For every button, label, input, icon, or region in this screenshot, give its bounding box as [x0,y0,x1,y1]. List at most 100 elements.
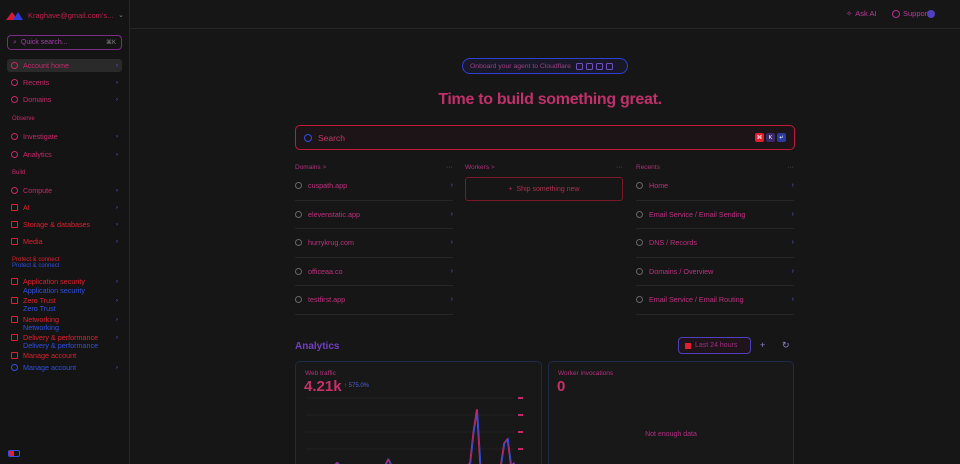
chevron-right-icon: › [450,239,453,247]
section-protect-sub: Protect & connect [12,263,60,269]
section-build: Build [12,170,26,176]
cloudflare-logo-icon [6,10,24,20]
key-icon: ↵ [777,133,786,142]
list-item[interactable]: cuspath.app › [295,172,453,201]
chevron-right-icon: › [115,79,118,86]
list-item-label: officeaa.co [308,266,343,276]
sidebar-item-analytics[interactable]: Analytics › [7,148,122,161]
clock-icon [636,210,643,218]
date-range-select[interactable]: Last 24 hours [678,337,751,354]
sidebar: Kraghave@gmail.com's... ⌄ ⌕ Quick search… [0,0,130,464]
workers-header[interactable]: Workers > ··· [465,162,623,172]
chevron-right-icon: › [115,62,118,69]
sidebar-item-label: Analytics [23,150,52,159]
recents-header: Recents ··· [636,162,794,172]
chevron-right-icon: › [791,182,794,190]
search-icon: ⌕ [13,38,17,46]
more-icon[interactable]: ··· [616,164,623,171]
sidebar-item-investigate[interactable]: Investigate › [7,130,122,143]
chevron-down-icon: ⌄ [118,12,124,19]
globe-icon [11,96,18,103]
empty-state: Not enough data [645,431,697,438]
database-icon [11,221,18,228]
clock-icon [11,79,18,86]
more-icon[interactable]: ··· [446,164,453,171]
recents-column: Recents ··· Home › Email Service / Email Se… [636,162,794,315]
agent-tool-icon [605,62,613,70]
chevron-right-icon: › [450,182,453,190]
ask-ai-button[interactable]: ✧ Ask AI [846,9,877,18]
y-tick-mark [518,448,523,450]
chevron-right-icon: › [450,296,453,304]
sidebar-item-domains[interactable]: Domains › [7,93,122,106]
more-icon[interactable]: ··· [787,164,794,171]
sidebar-item-account-home[interactable]: Account home › [7,59,122,72]
web-traffic-chart [306,397,523,464]
agent-tool-icon [585,62,593,70]
key-icon: K [766,133,775,142]
sidebar-item-ai[interactable]: AI › [7,201,122,214]
avatar[interactable] [927,10,935,18]
settings-icon [11,352,18,359]
series-line [335,409,516,464]
support-button[interactable]: Support [892,9,929,18]
globe-icon [295,239,302,247]
clock-icon [636,296,643,304]
list-item[interactable]: officeaa.co › [295,258,453,286]
add-widget-button[interactable]: + [760,340,765,350]
topbar: ✧ Ask AI Support [130,0,960,29]
domain-list: cuspath.app › elevenstatic.app › hurrykrug.c… [295,172,453,315]
ask-ai-label: Ask AI [855,9,877,18]
gear-icon [11,364,18,371]
chevron-right-icon: › [791,239,794,247]
chevron-right-icon: › [450,210,453,218]
chevron-right-icon: › [115,238,118,245]
calendar-icon [685,342,691,349]
sidebar-item-label: Storage & databases [23,220,91,229]
recents-header-label: Recents [636,163,660,171]
sidebar-item-label: Recents [23,78,50,87]
list-item[interactable]: elevenstatic.app › [295,201,453,229]
ship-label: Ship something new [516,185,580,193]
plus-icon: + [508,185,513,193]
account-name: Kraghave@gmail.com's... [28,10,114,20]
globe-icon [295,210,302,218]
agent-onboard-banner[interactable]: Onboard your agent to Cloudflare [462,58,628,74]
globe-icon [295,296,302,304]
section-observe: Observe [12,116,35,122]
list-item[interactable]: testfirst.app › [295,286,453,315]
list-item[interactable]: Domains / Overview › [636,258,794,286]
list-item[interactable]: Email Service / Email Routing › [636,286,794,315]
search-icon [304,133,312,142]
sidebar-item-label: Compute [23,186,53,195]
main-search-input[interactable]: Search ⌘ K ↵ [295,125,795,150]
sidebar-item-compute[interactable]: Compute › [7,184,122,197]
quick-search-input[interactable]: ⌕ Quick search... ⌘K [7,35,122,50]
sidebar-item-recents[interactable]: Recents › [7,76,122,89]
ship-something-new-button[interactable]: + Ship something new [465,177,623,201]
list-item-label: Email Service / Email Routing [649,295,744,305]
list-item[interactable]: DNS / Records › [636,229,794,258]
y-tick-mark [518,431,523,433]
list-item[interactable]: Email Service / Email Sending › [636,201,794,229]
list-item-label: testfirst.app [308,295,346,305]
list-item[interactable]: hurrykrug.com › [295,229,453,258]
account-switcher[interactable]: Kraghave@gmail.com's... ⌄ [6,8,124,22]
sidebar-item-storage[interactable]: Storage & databases › [7,218,122,231]
collapse-sidebar-toggle[interactable] [8,450,20,457]
domains-header[interactable]: Domains > ··· [295,162,453,172]
nav-build: Compute › AI › Storage & databases › Media › [7,184,122,248]
card-value: 0 [557,378,566,395]
nav-protect: Application security › Application securi… [7,275,122,362]
nav-top: Account home › Recents › Domains › [7,59,122,106]
refresh-icon[interactable]: ↻ [782,340,790,351]
list-item-label: DNS / Records [649,238,697,248]
home-icon [11,62,18,69]
sidebar-item-manage-account[interactable]: Manage account › [7,361,122,374]
chevron-right-icon: › [115,187,118,194]
list-item[interactable]: Home › [636,172,794,201]
list-item-label: Home [649,181,669,191]
shortcut-hint: ⌘K [105,40,116,46]
sidebar-item-media[interactable]: Media › [7,235,122,248]
sidebar-item-label: Investigate [23,132,58,141]
